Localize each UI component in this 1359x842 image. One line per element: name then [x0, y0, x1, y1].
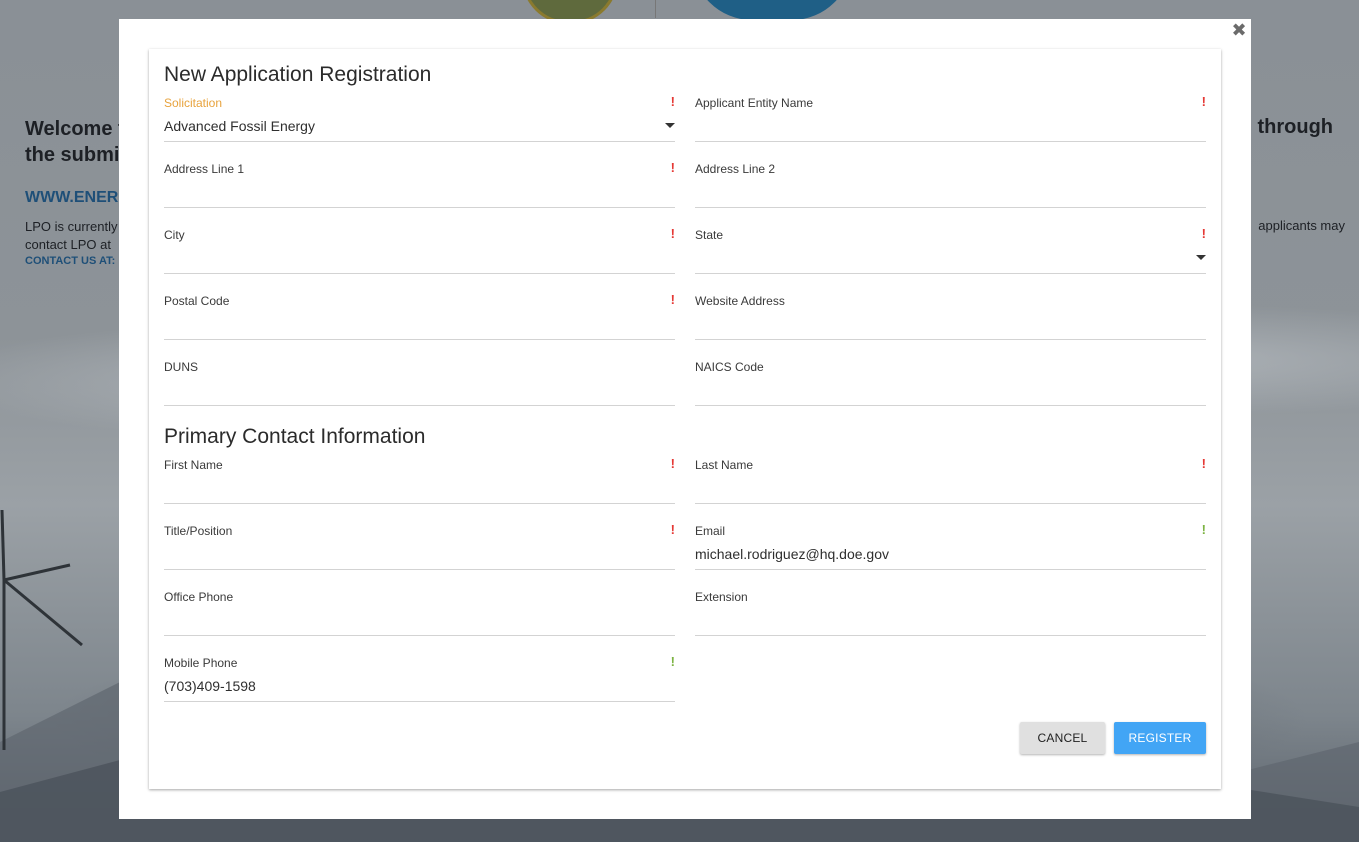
- last-name-field[interactable]: Last Name !: [695, 456, 1206, 524]
- duns-input[interactable]: [164, 380, 654, 400]
- first-name-field[interactable]: First Name !: [164, 456, 675, 524]
- logo-divider: [655, 0, 656, 18]
- address-line-1-input[interactable]: [164, 182, 654, 202]
- field-underline: [695, 273, 1206, 274]
- applicant-entity-name-input[interactable]: [695, 116, 1185, 136]
- field-underline: [164, 635, 675, 636]
- lpo-logo: [692, 0, 852, 20]
- solicitation-label: Solicitation: [164, 96, 223, 110]
- title-position-input[interactable]: [164, 544, 654, 564]
- register-button[interactable]: REGISTER: [1114, 722, 1206, 754]
- title-position-field[interactable]: Title/Position !: [164, 522, 675, 590]
- applicant-entity-name-field[interactable]: Applicant Entity Name !: [695, 94, 1206, 162]
- required-indicator: !: [670, 522, 675, 537]
- duns-field[interactable]: DUNS: [164, 360, 675, 426]
- field-underline: [164, 207, 675, 208]
- intro-text: LPO is currently contact LPO at: [25, 219, 118, 252]
- address-line-1-label: Address Line 1: [164, 162, 245, 176]
- solicitation-select[interactable]: Solicitation ! Advanced Fossil Energy: [164, 94, 675, 162]
- solicitation-value: Advanced Fossil Energy: [164, 118, 315, 134]
- field-underline: [164, 405, 675, 406]
- email-value[interactable]: michael.rodriguez@hq.doe.gov: [695, 544, 1185, 564]
- extension-label: Extension: [695, 590, 748, 604]
- required-indicator: !: [1201, 94, 1206, 109]
- city-label: City: [164, 228, 185, 242]
- state-label: State: [695, 228, 724, 242]
- close-icon[interactable]: ✖: [1231, 22, 1247, 40]
- field-underline: [695, 503, 1206, 504]
- chevron-down-icon[interactable]: [1196, 255, 1206, 260]
- address-line-2-label: Address Line 2: [695, 162, 776, 176]
- valid-indicator: !: [1201, 522, 1206, 537]
- address-line-1-field[interactable]: Address Line 1 !: [164, 160, 675, 228]
- primary-contact-title: Primary Contact Information: [164, 425, 426, 448]
- mobile-phone-label: Mobile Phone: [164, 656, 238, 670]
- cancel-button[interactable]: CANCEL: [1020, 722, 1105, 754]
- postal-code-input[interactable]: [164, 314, 654, 334]
- required-indicator: !: [670, 292, 675, 307]
- postal-code-label: Postal Code: [164, 294, 230, 308]
- extension-field[interactable]: Extension: [695, 590, 1206, 656]
- naics-code-label: NAICS Code: [695, 360, 764, 374]
- field-underline: [695, 141, 1206, 142]
- address-line-2-field[interactable]: Address Line 2: [695, 162, 1206, 228]
- mobile-phone-field[interactable]: Mobile Phone ! (703)409-1598: [164, 654, 675, 722]
- title-position-label: Title/Position: [164, 524, 233, 538]
- contact-us-link[interactable]: CONTACT US AT:: [25, 255, 115, 267]
- website-address-input[interactable]: [695, 314, 1185, 334]
- website-link[interactable]: WWW.ENER: [25, 189, 118, 207]
- registration-modal: ✖ New Application Registration Solicitat…: [119, 19, 1251, 819]
- extension-input[interactable]: [695, 610, 1185, 630]
- required-indicator: !: [1201, 456, 1206, 471]
- form-title: New Application Registration: [164, 63, 432, 86]
- city-field[interactable]: City !: [164, 226, 675, 294]
- required-indicator: !: [670, 94, 675, 109]
- required-indicator: !: [1201, 226, 1206, 241]
- intro-text-right: applicants may: [1258, 218, 1345, 233]
- office-phone-input[interactable]: [164, 610, 654, 630]
- first-name-input[interactable]: [164, 478, 654, 498]
- office-phone-label: Office Phone: [164, 590, 234, 604]
- mobile-phone-value[interactable]: (703)409-1598: [164, 676, 654, 696]
- applicant-entity-name-label: Applicant Entity Name: [695, 96, 814, 110]
- chevron-down-icon[interactable]: [665, 123, 675, 128]
- field-underline: [164, 569, 675, 570]
- website-address-field[interactable]: Website Address: [695, 294, 1206, 360]
- naics-code-input[interactable]: [695, 380, 1185, 400]
- postal-code-field[interactable]: Postal Code !: [164, 292, 675, 360]
- naics-code-field[interactable]: NAICS Code: [695, 360, 1206, 426]
- last-name-label: Last Name: [695, 458, 754, 472]
- address-line-2-input[interactable]: [695, 182, 1185, 202]
- field-underline: [695, 405, 1206, 406]
- field-underline: [695, 635, 1206, 636]
- field-underline: [695, 569, 1206, 570]
- wind-turbine-image: [0, 509, 83, 750]
- field-underline: [164, 339, 675, 340]
- website-address-label: Website Address: [695, 294, 785, 308]
- state-value: [695, 248, 1185, 268]
- field-underline: [164, 273, 675, 274]
- duns-label: DUNS: [164, 360, 199, 374]
- city-input[interactable]: [164, 248, 654, 268]
- registration-form-card: New Application Registration Solicitatio…: [149, 49, 1221, 789]
- field-underline: [695, 339, 1206, 340]
- required-indicator: !: [670, 456, 675, 471]
- required-indicator: !: [670, 160, 675, 175]
- last-name-input[interactable]: [695, 478, 1185, 498]
- welcome-heading-right: through: [1257, 116, 1333, 138]
- valid-indicator: !: [670, 654, 675, 669]
- first-name-label: First Name: [164, 458, 223, 472]
- field-underline: [164, 701, 675, 702]
- state-select[interactable]: State !: [695, 226, 1206, 294]
- field-underline: [695, 207, 1206, 208]
- email-label: Email: [695, 524, 726, 538]
- required-indicator: !: [670, 226, 675, 241]
- office-phone-field[interactable]: Office Phone: [164, 590, 675, 656]
- field-underline: [164, 503, 675, 504]
- email-field[interactable]: Email ! michael.rodriguez@hq.doe.gov: [695, 522, 1206, 590]
- field-underline: [164, 141, 675, 142]
